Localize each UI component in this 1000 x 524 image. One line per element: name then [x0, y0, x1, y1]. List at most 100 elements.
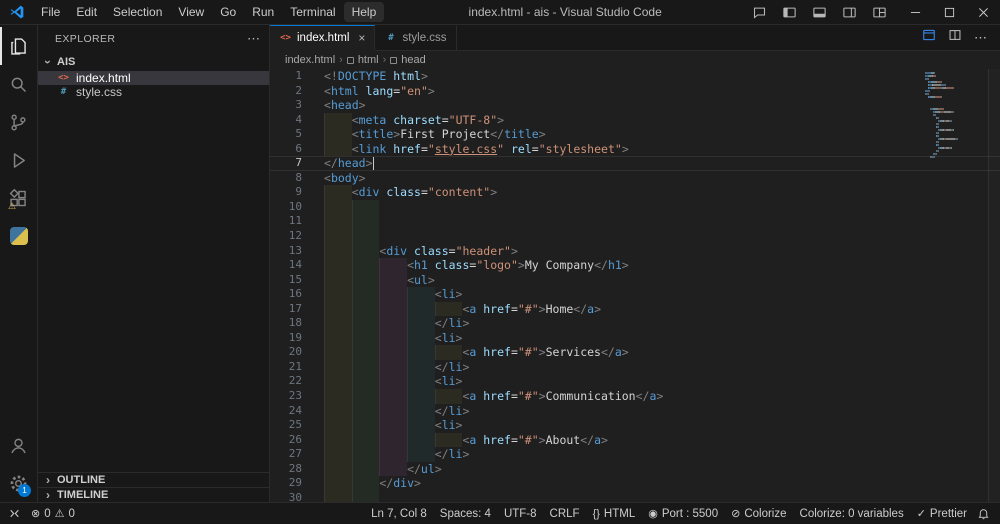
code-line[interactable]: 14<h1 class="logo">My Company</h1>	[270, 258, 1000, 273]
code-token: >	[456, 418, 463, 433]
problems-indicator[interactable]: ⊗ 0 ⚠ 0	[31, 507, 75, 520]
code-line[interactable]: 16<li>	[270, 287, 1000, 302]
code-line[interactable]: 7</head>	[270, 156, 1000, 171]
code-line[interactable]: 19<li>	[270, 331, 1000, 346]
run-debug-icon[interactable]	[0, 141, 37, 179]
breadcrumb-item-head[interactable]: head	[390, 54, 425, 66]
code-line[interactable]: 12	[270, 229, 1000, 244]
indent-guide	[352, 491, 380, 502]
code-line[interactable]: 2<html lang="en">	[270, 84, 1000, 99]
code-line[interactable]: 30	[270, 491, 1000, 502]
code-line[interactable]: 26<a href="#">About</a>	[270, 433, 1000, 448]
code-line[interactable]: 29</div>	[270, 476, 1000, 491]
code-line[interactable]: 22<li>	[270, 374, 1000, 389]
tab-index.html[interactable]: <>index.html×	[270, 25, 375, 50]
code-line[interactable]: 4<meta charset="UTF-8">	[270, 113, 1000, 128]
code-line[interactable]: 28</ul>	[270, 462, 1000, 477]
close-button[interactable]	[966, 0, 1000, 24]
code-line[interactable]: 27</li>	[270, 447, 1000, 462]
file-item-style.css[interactable]: #style.css	[38, 85, 269, 99]
code-line[interactable]: 6<link href="style.css" rel="stylesheet"…	[270, 142, 1000, 157]
file-item-index.html[interactable]: <>index.html	[38, 71, 269, 85]
explorer-more-actions-icon[interactable]: ⋯	[247, 31, 261, 47]
code-line[interactable]: 9<div class="content">	[270, 185, 1000, 200]
scrollbar[interactable]	[988, 69, 1000, 502]
status-cursor-position[interactable]: Ln 7, Col 8	[371, 508, 427, 520]
code-line[interactable]: 13<div class="header">	[270, 244, 1000, 259]
code-line[interactable]: 5<title>First Project</title>	[270, 127, 1000, 142]
code-line[interactable]: 10	[270, 200, 1000, 215]
code-line[interactable]: 25<li>	[270, 418, 1000, 433]
code-token: a	[469, 302, 476, 317]
status-colorize[interactable]: ⊘Colorize	[731, 507, 786, 520]
status-indentation[interactable]: Spaces: 4	[440, 508, 491, 520]
manage-gear-icon[interactable]: 1	[0, 464, 37, 502]
notifications-bell-icon[interactable]	[977, 507, 990, 520]
code-line-content: </li>	[324, 404, 469, 419]
minimap[interactable]	[925, 71, 987, 161]
code-line[interactable]: 23<a href="#">Communication</a>	[270, 389, 1000, 404]
code-line[interactable]: 1<!DOCTYPE html>	[270, 69, 1000, 84]
customize-layout-icon[interactable]	[866, 2, 892, 22]
status-eol-sequence[interactable]: CRLF	[550, 508, 580, 520]
code-token: <	[407, 258, 414, 273]
code-line[interactable]: 18</li>	[270, 316, 1000, 331]
code-line[interactable]: 24</li>	[270, 404, 1000, 419]
indent-guide	[352, 302, 380, 317]
indent-guide	[324, 287, 352, 302]
open-preview-icon[interactable]	[922, 28, 936, 47]
minimize-button[interactable]	[898, 0, 932, 24]
code-line-content: <li>	[324, 331, 462, 346]
section-outline[interactable]: ›OUTLINE	[38, 472, 269, 487]
menu-item-view[interactable]: View	[170, 2, 212, 22]
maximize-button[interactable]	[932, 0, 966, 24]
more-actions-icon[interactable]: ⋯	[974, 30, 988, 46]
code-token: a	[469, 433, 476, 448]
menu-item-selection[interactable]: Selection	[105, 2, 170, 22]
close-tab-icon[interactable]: ×	[358, 31, 365, 45]
python-icon[interactable]	[0, 217, 37, 255]
extensions-icon[interactable]: ⚠	[0, 179, 37, 217]
toggle-secondary-sidebar-icon[interactable]	[836, 2, 862, 22]
status-encoding[interactable]: UTF-8	[504, 508, 537, 520]
remote-indicator[interactable]	[8, 507, 21, 520]
menu-item-file[interactable]: File	[33, 2, 68, 22]
code-line[interactable]: 21</li>	[270, 360, 1000, 375]
menu-item-edit[interactable]: Edit	[68, 2, 105, 22]
code-line[interactable]: 17<a href="#">Home</a>	[270, 302, 1000, 317]
section-timeline[interactable]: ›TIMELINE	[38, 487, 269, 502]
status-live-server-port[interactable]: ◉Port : 5500	[648, 507, 718, 520]
status-language-mode[interactable]: {}HTML	[593, 508, 636, 520]
split-editor-icon[interactable]	[948, 28, 962, 47]
menu-item-run[interactable]: Run	[244, 2, 282, 22]
code-token: <	[462, 302, 469, 317]
breadcrumb-item-html[interactable]: html	[347, 54, 379, 66]
code-token: "#"	[518, 433, 539, 448]
breadcrumb-item-index.html[interactable]: index.html	[285, 54, 335, 66]
menu-item-help[interactable]: Help	[344, 2, 385, 22]
menu-item-terminal[interactable]: Terminal	[282, 2, 343, 22]
code-line[interactable]: 11	[270, 214, 1000, 229]
code-line[interactable]: 15<ul>	[270, 273, 1000, 288]
tab-style.css[interactable]: #style.css	[375, 25, 456, 50]
search-icon[interactable]	[0, 65, 37, 103]
status-prettier[interactable]: ✓Prettier	[917, 507, 967, 520]
chat-icon[interactable]	[746, 2, 772, 22]
minimap-token	[938, 117, 939, 119]
status-label: Ln 7, Col 8	[371, 508, 427, 520]
toggle-sidebar-icon[interactable]	[776, 2, 802, 22]
accounts-icon[interactable]	[0, 426, 37, 464]
code-area[interactable]: 1<!DOCTYPE html>2<html lang="en">3<head>…	[270, 69, 1000, 502]
source-control-icon[interactable]	[0, 103, 37, 141]
menu-item-go[interactable]: Go	[212, 2, 244, 22]
status-colorize-variables[interactable]: Colorize: 0 variables	[800, 508, 904, 520]
toggle-panel-icon[interactable]	[806, 2, 832, 22]
folder-section-header[interactable]: › AIS	[38, 52, 269, 71]
code-line[interactable]: 20<a href="#">Services</a>	[270, 345, 1000, 360]
code-token: <	[352, 113, 359, 128]
indent-guide	[379, 360, 407, 375]
explorer-icon[interactable]	[0, 27, 37, 65]
code-token: <	[462, 345, 469, 360]
code-line[interactable]: 8<body>	[270, 171, 1000, 186]
code-line[interactable]: 3<head>	[270, 98, 1000, 113]
